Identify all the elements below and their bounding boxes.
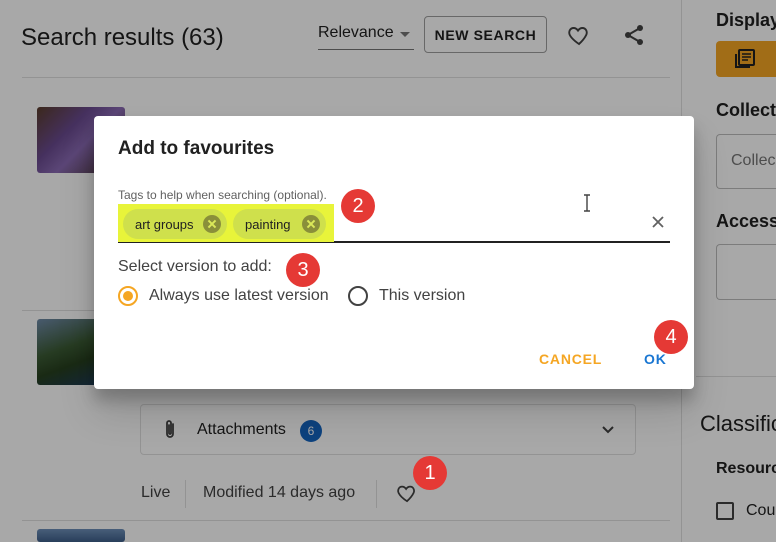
clear-icon[interactable]: [651, 215, 665, 229]
remove-tag-icon[interactable]: [302, 215, 320, 233]
cancel-button[interactable]: CANCEL: [539, 351, 602, 367]
dialog-title: Add to favourites: [118, 138, 275, 159]
text-cursor-icon: [584, 194, 590, 212]
ok-button[interactable]: OK: [644, 351, 667, 367]
radio-latest-version[interactable]: [118, 286, 138, 306]
radio-this-version-label[interactable]: This version: [379, 287, 465, 305]
tag-chip-label: painting: [245, 216, 291, 232]
radio-this-version[interactable]: [348, 286, 368, 306]
radio-latest-version-label[interactable]: Always use latest version: [149, 287, 329, 305]
tags-field-label: Tags to help when searching (optional).: [118, 188, 327, 202]
step-badge-2: 2: [341, 189, 375, 223]
tag-chip-label: art groups: [135, 216, 194, 232]
remove-tag-icon[interactable]: [203, 215, 221, 233]
add-to-favourites-dialog: Add to favourites Tags to help when sear…: [94, 116, 694, 389]
tag-chip[interactable]: art groups: [123, 209, 227, 239]
version-label: Select version to add:: [118, 258, 272, 275]
step-badge-1: 1: [413, 456, 447, 490]
step-badge-4: 4: [654, 320, 688, 354]
tag-chip[interactable]: painting: [233, 209, 326, 239]
step-badge-3: 3: [286, 253, 320, 287]
